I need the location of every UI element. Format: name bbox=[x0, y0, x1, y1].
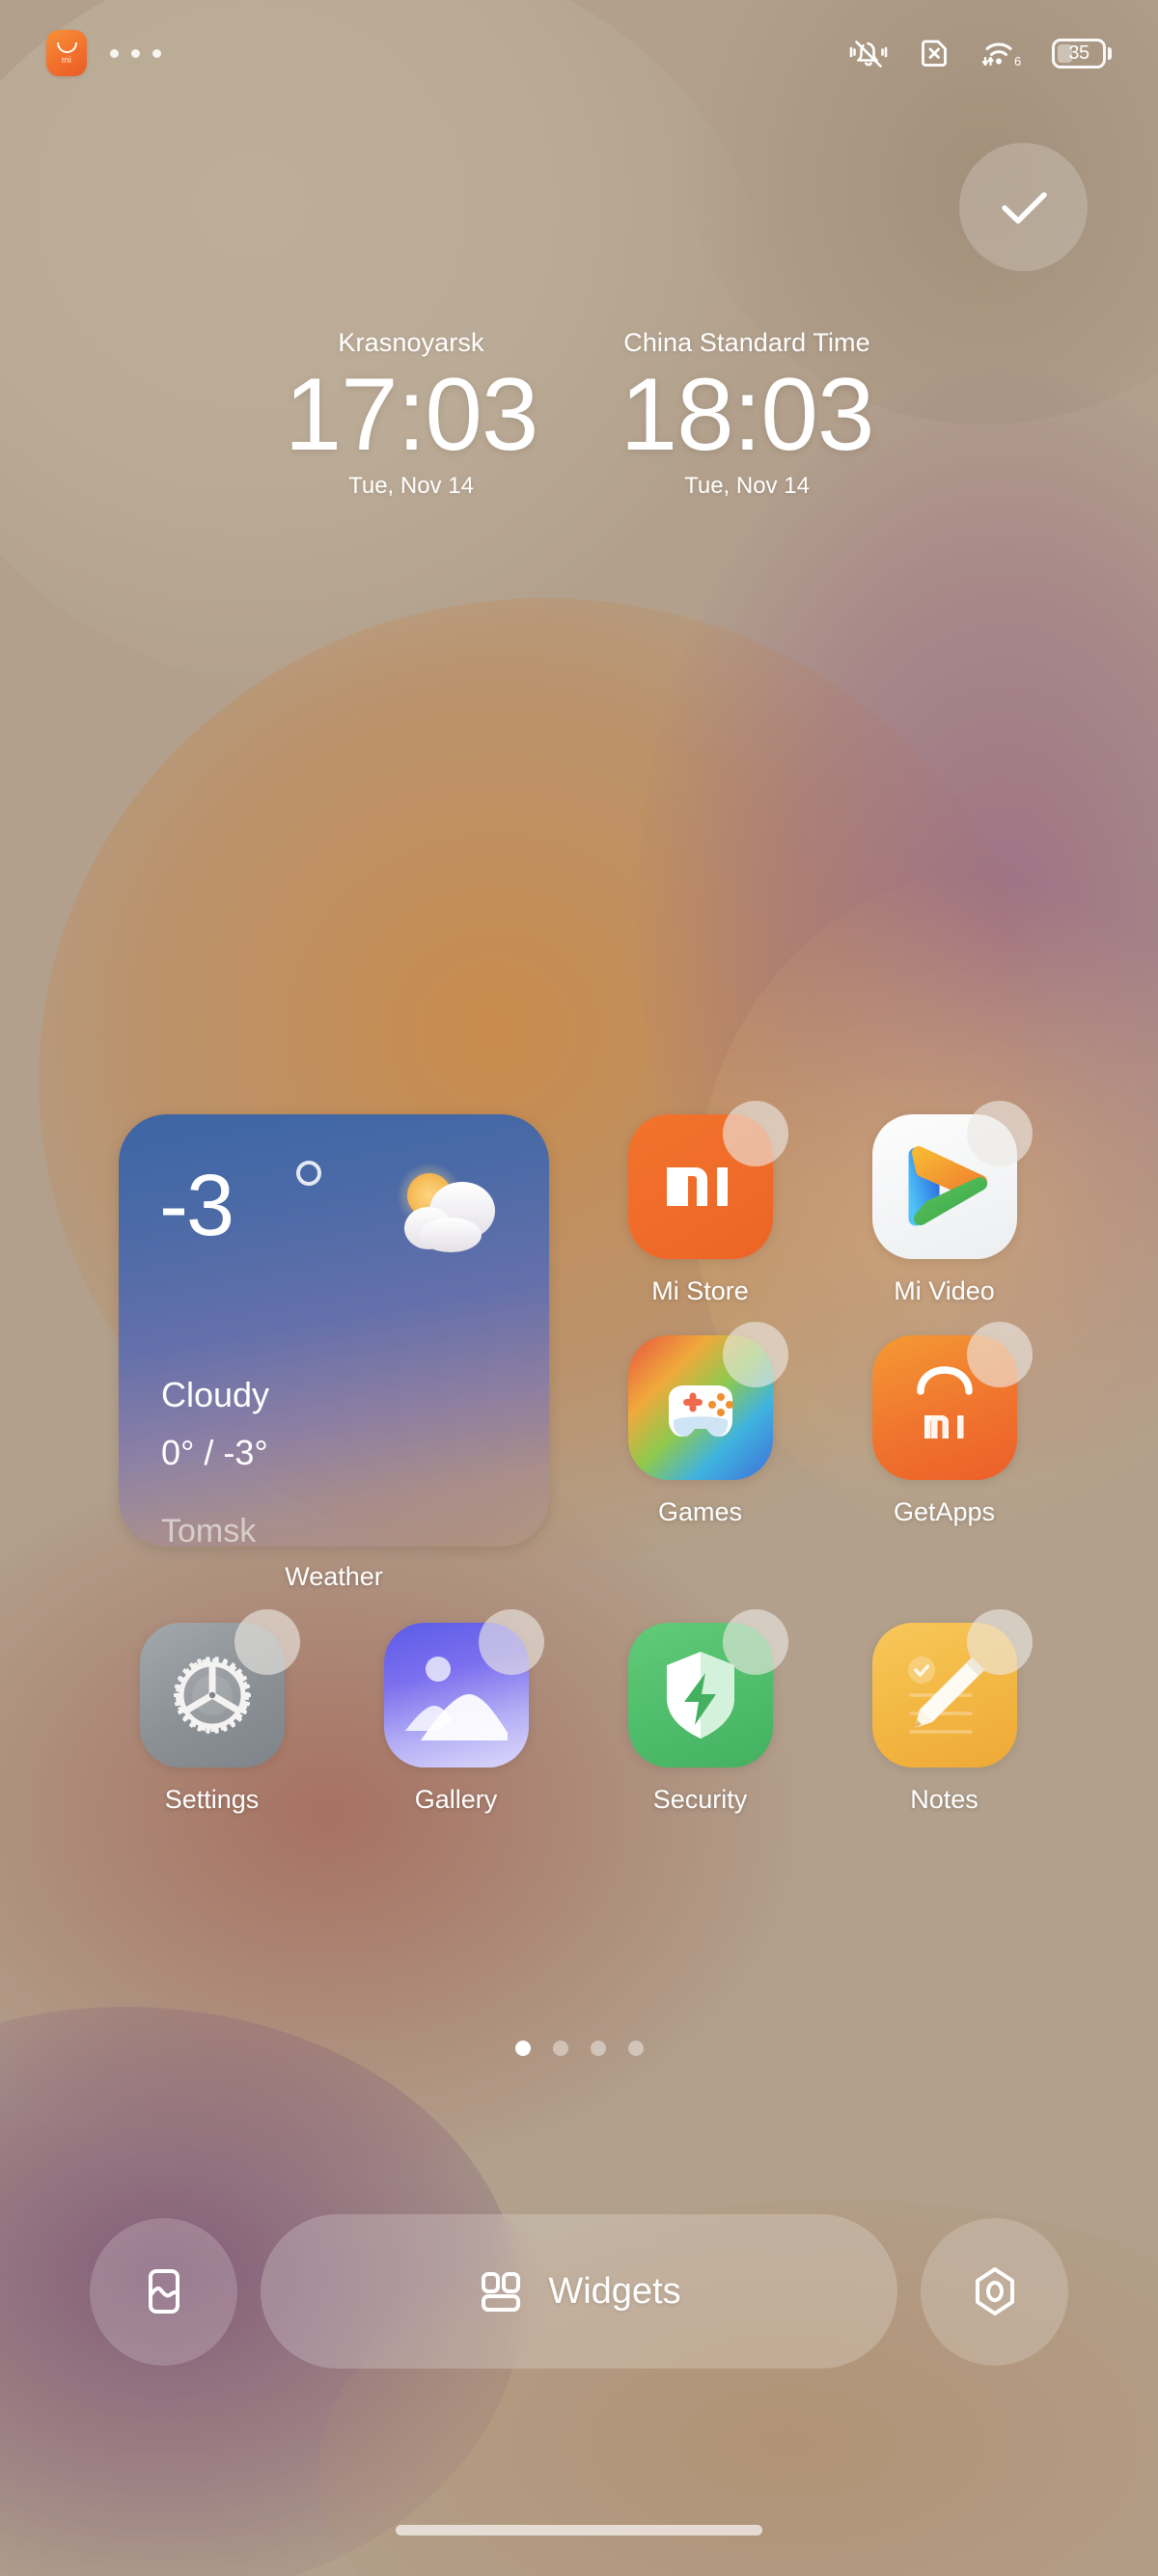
app-cell-mi-video[interactable]: Mi Video bbox=[822, 1101, 1066, 1306]
wifi-6-icon: 6 bbox=[981, 42, 1021, 69]
selection-badge[interactable] bbox=[966, 1101, 1033, 1166]
app-label: Games bbox=[657, 1497, 743, 1526]
app-cell-mi-store[interactable]: Mi Store bbox=[578, 1101, 822, 1306]
app-label: GetApps bbox=[893, 1497, 996, 1526]
svg-text:6: 6 bbox=[1014, 54, 1021, 69]
status-bar-right: 6 35 bbox=[848, 33, 1112, 73]
app-row-2: Games GetApps bbox=[578, 1322, 1066, 1527]
app-cell-games[interactable]: Games bbox=[578, 1322, 822, 1527]
weather-widget-label: Weather bbox=[285, 1562, 383, 1591]
selection-badge[interactable] bbox=[722, 1101, 788, 1166]
app-label: Security bbox=[652, 1785, 748, 1814]
getapps-bag-icon[interactable]: mi bbox=[46, 30, 87, 76]
clock-time-label: 18:03 bbox=[620, 356, 875, 472]
weather-degree-symbol-icon bbox=[296, 1161, 321, 1186]
app-cell-security[interactable]: Security bbox=[578, 1609, 822, 1815]
page-dot-1[interactable] bbox=[514, 2041, 531, 2056]
app-label: Gallery bbox=[414, 1785, 498, 1814]
mi-wordmark: mi bbox=[61, 54, 72, 65]
clock-time-label: 17:03 bbox=[284, 356, 539, 472]
silent-vibrate-bell-icon bbox=[849, 41, 888, 68]
bag-handle-shape bbox=[56, 41, 77, 53]
app-label: Mi Video bbox=[894, 1276, 995, 1305]
status-bar: mi 6 35 bbox=[0, 0, 1158, 106]
clock-local[interactable]: Krasnoyarsk 17:03 Tue, Nov 14 bbox=[266, 328, 556, 500]
clock-city-label: China Standard Time bbox=[623, 328, 870, 357]
dot-2 bbox=[131, 48, 140, 58]
more-notifications-icon[interactable] bbox=[110, 48, 161, 58]
page-dot-4[interactable] bbox=[627, 2041, 644, 2056]
dot-1 bbox=[110, 48, 119, 58]
page-dot-2[interactable] bbox=[552, 2041, 568, 2056]
sun-behind-cloud-icon bbox=[383, 1159, 509, 1259]
app-cell-gallery[interactable]: Gallery bbox=[334, 1609, 578, 1815]
done-checkmark-button[interactable] bbox=[959, 143, 1088, 271]
page-indicator[interactable] bbox=[0, 2041, 1158, 2056]
battery-indicator: 35 bbox=[1052, 38, 1112, 69]
weather-high-low-range: 0° / -3° bbox=[161, 1433, 268, 1472]
clock-date-label: Tue, Nov 14 bbox=[348, 473, 474, 500]
wallpaper-button[interactable] bbox=[90, 2217, 237, 2366]
selection-badge[interactable] bbox=[722, 1609, 788, 1675]
home-settings-button[interactable] bbox=[921, 2217, 1068, 2366]
selection-badge[interactable] bbox=[966, 1322, 1033, 1387]
app-label: Mi Store bbox=[651, 1276, 749, 1305]
widgets-button[interactable]: Widgets bbox=[261, 2214, 897, 2369]
selection-badge[interactable] bbox=[234, 1609, 300, 1675]
app-row-3: Settings Gallery Security Notes bbox=[0, 1609, 1158, 1815]
app-grid: -3 Cloudy 0° / -3° Tomsk Weather Mi Stor… bbox=[0, 1101, 1158, 1815]
weather-condition: Cloudy bbox=[161, 1375, 270, 1414]
checkmark-icon bbox=[1001, 191, 1047, 224]
app-cell-getapps[interactable]: GetApps bbox=[822, 1322, 1066, 1527]
widgets-label: Widgets bbox=[548, 2270, 681, 2312]
weather-widget-cell: -3 Cloudy 0° / -3° Tomsk Weather bbox=[90, 1114, 578, 1592]
app-label: Notes bbox=[910, 1785, 979, 1814]
home-settings-hexagon-icon bbox=[975, 2267, 1014, 2316]
weather-city: Tomsk bbox=[161, 1513, 257, 1547]
dual-clock-widget[interactable]: Krasnoyarsk 17:03 Tue, Nov 14 China Stan… bbox=[0, 328, 1158, 500]
wallpaper-icon bbox=[148, 2269, 179, 2314]
page-dot-3[interactable] bbox=[590, 2041, 606, 2056]
app-cell-notes[interactable]: Notes bbox=[822, 1609, 1066, 1815]
status-bar-left: mi bbox=[46, 30, 161, 76]
dot-3 bbox=[152, 48, 161, 58]
selection-badge[interactable] bbox=[722, 1322, 788, 1387]
widgets-grid-icon bbox=[482, 2272, 521, 2312]
app-label: Settings bbox=[164, 1785, 260, 1814]
app-cell-settings[interactable]: Settings bbox=[90, 1609, 334, 1815]
clock-secondary[interactable]: China Standard Time 18:03 Tue, Nov 14 bbox=[602, 328, 892, 500]
weather-widget[interactable]: -3 Cloudy 0° / -3° Tomsk bbox=[119, 1114, 549, 1547]
edit-mode-toolbar: Widgets bbox=[0, 2214, 1158, 2369]
clock-date-label: Tue, Nov 14 bbox=[684, 473, 810, 500]
home-indicator bbox=[396, 2525, 762, 2535]
clock-city-label: Krasnoyarsk bbox=[338, 328, 484, 357]
app-row-1: Mi Store Mi Video bbox=[578, 1101, 1066, 1306]
selection-badge[interactable] bbox=[966, 1609, 1033, 1675]
battery-cap bbox=[1108, 46, 1112, 60]
weather-temperature: -3 bbox=[159, 1158, 234, 1254]
no-sim-card-icon bbox=[922, 40, 947, 67]
battery-percent-label: 35 bbox=[1068, 41, 1089, 64]
selection-badge[interactable] bbox=[478, 1609, 544, 1675]
